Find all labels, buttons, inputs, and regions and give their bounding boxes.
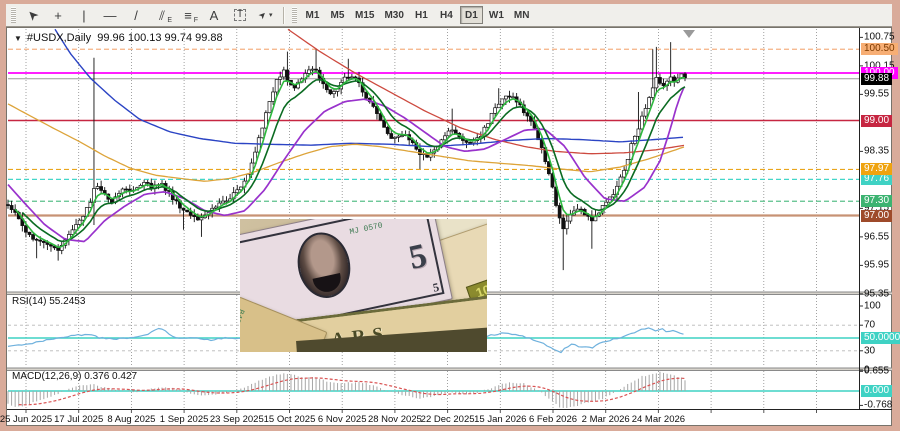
price-level-99.00: 99.00 — [861, 114, 893, 127]
price-level-100.50: 100.50 — [861, 43, 898, 56]
time-label: 6 Nov 2025 — [317, 414, 367, 425]
time-label: 6 Feb 2026 — [528, 414, 578, 425]
time-label: 23 Sep 2025 — [209, 414, 264, 425]
time-label: 22 Dec 2025 — [420, 414, 475, 425]
rsi-label: RSI(14) 55.2453 — [12, 296, 86, 307]
macd-tick-0.655: 0.655 — [864, 365, 890, 377]
time-label: 15 Jan 2026 — [474, 414, 527, 425]
rsi-tick-70: 70 — [864, 319, 876, 331]
time-label: 2 Mar 2026 — [581, 414, 630, 425]
price-tick-95.35: 95.35 — [864, 288, 890, 300]
time-label: 17 Jul 2025 — [54, 414, 104, 425]
ohlc-open: 99.96 — [97, 32, 125, 44]
rsi-tick-30: 30 — [864, 345, 876, 357]
dollar-bills-photo: 1 eople 858 A 10 5 5 5 MJ 0570 FIVE DOLL… — [240, 219, 487, 352]
time-label: 15 Oct 2025 — [263, 414, 316, 425]
chart-canvas[interactable] — [0, 0, 900, 431]
price-level-97.97: 97.97 — [861, 163, 893, 176]
macd-level-0: 0.000 — [861, 385, 893, 397]
chart-title: ▼ #USDX,Daily 99.96 100.13 99.74 99.88 — [14, 32, 223, 44]
rsi-tick-100: 100 — [864, 300, 881, 312]
price-tick-100.75: 100.75 — [864, 31, 895, 43]
time-label: 28 Nov 2025 — [367, 414, 422, 425]
rsi-level-50: 50.0000 — [861, 332, 900, 344]
price-tick-98.35: 98.35 — [864, 145, 890, 157]
time-label: 24 Mar 2026 — [631, 414, 686, 425]
time-label: 25 Jun 2025 — [0, 414, 53, 425]
price-tick-95.95: 95.95 — [864, 259, 890, 271]
mt4-window: ➤ + | — / ⫽ E ≡ F A T ➤ ▾ M1 M5 M15 M30 H1 H4 D1 W1 MN ▼ #USD… — [0, 0, 900, 431]
symbol-dropdown-icon[interactable]: ▼ — [14, 34, 22, 43]
macd-tick--0.768: -0.768 — [864, 399, 893, 411]
ohlc-low: 99.74 — [164, 32, 193, 44]
price-level-97.00: 97.00 — [861, 209, 893, 222]
price-tick-99.55: 99.55 — [864, 88, 890, 100]
time-label: 1 Sep 2025 — [159, 414, 209, 425]
price-level-97.30: 97.30 — [861, 195, 893, 208]
macd-label: MACD(12,26,9) 0.376 0.427 — [12, 371, 138, 382]
price-tick-96.55: 96.55 — [864, 231, 890, 243]
time-label: 8 Aug 2025 — [107, 414, 156, 425]
price-level-99.88: 99.88 — [861, 72, 893, 85]
ohlc-close: 99.88 — [195, 32, 223, 44]
ohlc-high: 100.13 — [127, 32, 162, 44]
symbol-period: #USDX,Daily — [26, 32, 92, 44]
